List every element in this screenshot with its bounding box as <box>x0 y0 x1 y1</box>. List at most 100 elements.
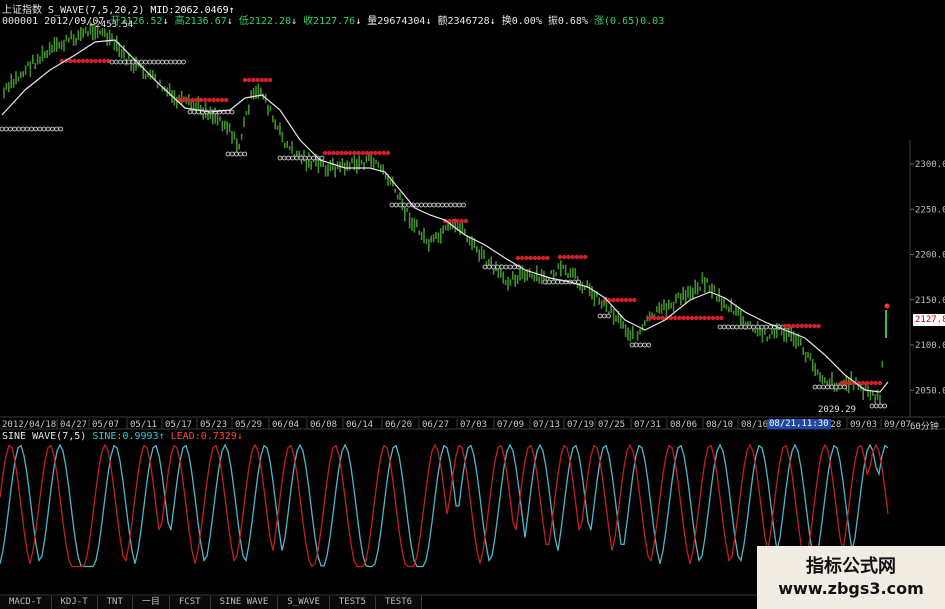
current-price-tag: 2127.8 <box>913 314 945 326</box>
wave-marker-dot <box>578 254 584 260</box>
wave-marker-dot <box>393 202 399 208</box>
wave-marker-dot <box>503 264 509 270</box>
wave-marker-dot <box>821 384 826 390</box>
wave-marker-dot <box>130 59 136 65</box>
indicator-tab[interactable]: FCST <box>169 596 211 609</box>
wave-marker-dot <box>647 315 653 321</box>
wave-marker-dot <box>873 403 879 409</box>
wave-marker-dot <box>799 323 804 329</box>
sine-arrow-icon: ↑ <box>158 431 165 442</box>
wave-marker-dot <box>463 218 469 224</box>
wave-marker-dot <box>0 126 5 132</box>
wave-marker-dot <box>812 384 818 390</box>
wave-marker-dot <box>759 324 765 330</box>
wave-marker-dot <box>215 97 220 103</box>
wave-marker-dot <box>414 202 420 208</box>
wave-marker-dot <box>486 264 492 270</box>
wave-marker-dot <box>389 202 395 208</box>
wave-marker-dot <box>448 202 454 208</box>
wave-marker-dot <box>495 264 501 270</box>
wave-marker-dot <box>877 380 882 386</box>
wave-marker-dot <box>41 126 47 132</box>
wave-marker-dot <box>459 218 464 224</box>
watermark-url: www.zbgs3.com <box>778 579 924 598</box>
wave-marker-dot <box>177 97 183 103</box>
wave-marker-dot <box>507 264 513 270</box>
price-chart[interactable]: 2300.0 2250.0 2200.0 2150.0 2100.0 2050.0 201… <box>0 0 945 609</box>
date-tick-label: 07/31 <box>634 420 661 430</box>
wave-marker-dot <box>268 77 273 83</box>
wave-marker-dot <box>402 202 408 208</box>
wave-marker-dot <box>68 58 73 64</box>
wave-marker-dot <box>233 151 239 157</box>
wave-marker-dot <box>597 313 603 319</box>
indicator-tab[interactable]: KDJ-T <box>51 596 98 609</box>
indicator-tab[interactable]: SINE WAVE <box>210 596 279 609</box>
price-tick-label: 2050.0 <box>915 386 945 396</box>
wave-marker-dot <box>418 202 424 208</box>
wave-marker-dot <box>435 202 441 208</box>
wave-marker-dot <box>50 126 55 132</box>
date-tick-label: 06/08 <box>310 420 337 430</box>
wave-marker-dot <box>20 126 26 132</box>
wave-marker-dot <box>611 297 616 303</box>
wave-marker-dot <box>882 403 887 409</box>
date-tick-label: 05/23 <box>200 420 227 430</box>
wave-marker-dot <box>717 324 723 330</box>
min-price-label: 2029.29 <box>818 405 856 415</box>
wave-marker-dot <box>190 97 195 103</box>
wave-marker-dot <box>656 315 661 321</box>
wave-marker-dot <box>151 59 157 65</box>
wave-marker-dot <box>689 315 695 321</box>
wave-marker-dot <box>198 97 204 103</box>
indicator-tab[interactable]: 一目 <box>132 596 170 609</box>
indicator-tab[interactable]: S_WAVE <box>278 596 330 609</box>
wave-marker-dot <box>673 315 678 321</box>
wave-marker-dot <box>660 315 665 321</box>
wave-marker-dot <box>839 380 845 386</box>
wave-marker-dot <box>229 109 235 115</box>
period-selector[interactable]: 60分钟 <box>910 419 939 432</box>
wave-marker-dot <box>101 58 107 64</box>
wave-marker-dot <box>348 150 353 156</box>
wave-marker-dot <box>738 324 744 330</box>
indicator-tab[interactable]: TEST6 <box>375 596 423 609</box>
wave-marker-dot <box>606 313 611 319</box>
wave-marker-dot <box>89 58 94 64</box>
date-tick-label: 06/27 <box>422 420 449 430</box>
wave-marker-dot <box>181 97 187 103</box>
wave-marker-dot <box>93 58 98 64</box>
wave-marker-dot <box>721 324 727 330</box>
indicator-tab[interactable]: TEST5 <box>329 596 376 609</box>
watermark-title: 指标公式网 <box>806 556 896 577</box>
wave-marker-dot <box>546 279 552 285</box>
wave-marker-dot <box>54 126 59 132</box>
wave-marker-dot <box>159 59 165 65</box>
wave-marker-dot <box>373 150 378 156</box>
indicator-tab[interactable]: TNT <box>97 596 133 609</box>
wave-marker-dot <box>122 59 127 65</box>
wave-marker-dot <box>364 150 370 156</box>
indicator-tabs: MACD-T KDJ-T TNT 一目 FCST SINE WAVE S_WAVE TEST5… <box>0 596 423 609</box>
wave-marker-dot <box>381 150 386 156</box>
wave-marker-dot <box>524 255 529 261</box>
wave-marker-dot <box>423 202 429 208</box>
wave-marker-dot <box>172 59 178 65</box>
date-tick-label: 05/17 <box>165 420 192 430</box>
wave-marker-dot <box>219 97 225 103</box>
wave-marker-dot <box>685 315 690 321</box>
price-tick-label: 2150.0 <box>915 296 945 306</box>
price-tick-label: 2250.0 <box>915 205 945 215</box>
wave-marker-dot <box>294 155 300 161</box>
wave-marker-dot <box>574 254 579 260</box>
wave-marker-dot <box>520 255 525 261</box>
wave-marker-dot <box>118 59 123 65</box>
wave-marker-dot <box>499 264 505 270</box>
wave-marker-dot <box>677 315 682 321</box>
wave-marker-dot <box>143 59 149 65</box>
indicator-tab[interactable]: MACD-T <box>0 596 52 609</box>
wave-marker-dot <box>97 58 102 64</box>
wave-marker-dot <box>730 324 735 330</box>
wave-marker-dot <box>768 324 773 330</box>
wave-marker-dot <box>397 202 403 208</box>
